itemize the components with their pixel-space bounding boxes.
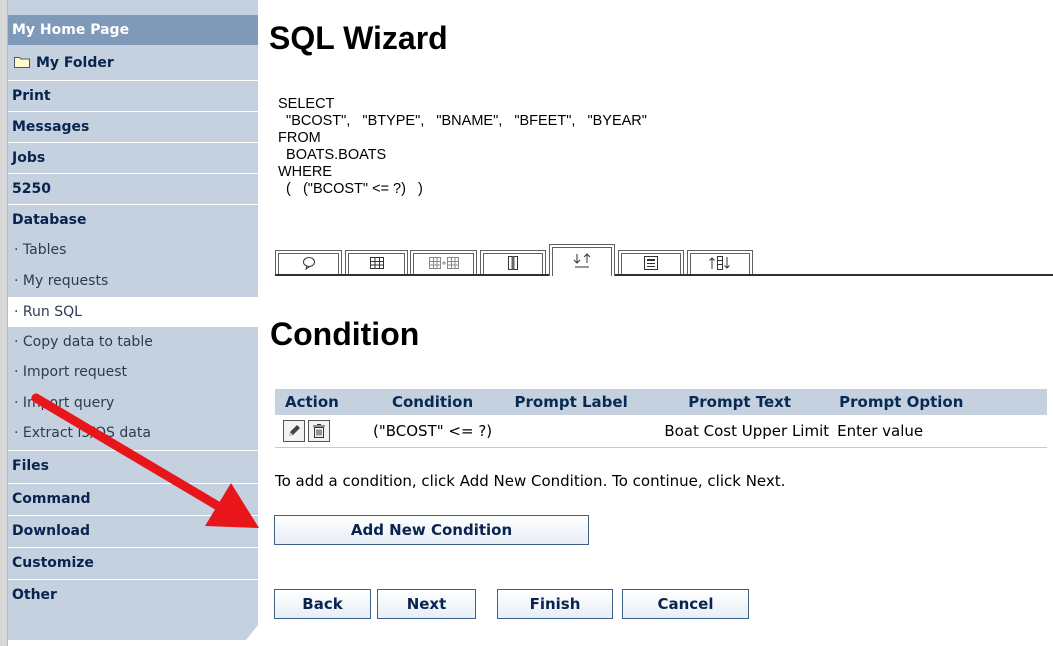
page-title: SQL Wizard	[269, 20, 448, 56]
sidebar-item-home-label: My Home Page	[12, 22, 130, 38]
column-header-prompt-label: Prompt Label	[496, 389, 647, 415]
sql-line: ( ("BCOST" <= ?) )	[278, 181, 423, 197]
section-title: Condition	[270, 316, 420, 352]
tab-baseline	[275, 274, 1053, 276]
sidebar-item-other[interactable]: Other	[8, 580, 258, 610]
sidebar-item-download[interactable]: Download	[8, 516, 258, 546]
bullet: ·	[14, 395, 19, 411]
sidebar-item-import-request-label: Import request	[22, 364, 128, 380]
condition-table: Action Condition Prompt Label Prompt Tex…	[275, 389, 1047, 448]
tab-columns[interactable]	[480, 250, 546, 274]
sidebar-item-print[interactable]: Print	[8, 81, 258, 111]
bullet: ·	[14, 425, 19, 441]
summary-icon	[644, 255, 658, 270]
folder-icon	[14, 57, 30, 68]
bullet: ·	[14, 304, 19, 320]
add-new-condition-button[interactable]: Add New Condition	[274, 515, 589, 545]
join-tables-icon	[428, 256, 459, 269]
sql-line: BOATS.BOATS	[278, 147, 387, 163]
sidebar-item-files[interactable]: Files	[8, 451, 258, 481]
sidebar-item-tables-label: Tables	[22, 242, 67, 258]
sidebar-item-messages[interactable]: Messages	[8, 112, 258, 142]
sidebar-item-other-label: Other	[12, 587, 57, 603]
sidebar-item-database[interactable]: Database	[8, 205, 258, 235]
sidebar-item-folder-label: My Folder	[36, 55, 114, 71]
sidebar-item-copy-data[interactable]: · Copy data to table	[8, 327, 258, 357]
sidebar-item-copy-data-label: Copy data to table	[22, 334, 153, 350]
column-header-action: Action	[275, 389, 369, 415]
sql-line: SELECT	[278, 96, 335, 112]
bullet: ·	[14, 273, 19, 289]
sql-line: "BCOST", "BTYPE", "BNAME", "BFEET", "BYE…	[278, 113, 647, 129]
sidebar-item-database-label: Database	[12, 212, 87, 228]
table-row: ("BCOST" <= ?) Boat Cost Upper Limit Ent…	[275, 415, 1047, 448]
sidebar-item-jobs-label: Jobs	[12, 150, 46, 166]
sidebar-item-5250[interactable]: 5250	[8, 174, 258, 204]
sidebar-item-import-request[interactable]: · Import request	[8, 357, 258, 387]
sql-statement: SELECT "BCOST", "BTYPE", "BNAME", "BFEET…	[278, 96, 647, 198]
sidebar-item-home[interactable]: My Home Page	[8, 15, 258, 45]
sidebar-item-my-requests-label: My requests	[22, 273, 109, 289]
sort-icon	[573, 252, 591, 267]
sidebar-item-my-folder[interactable]: My Folder	[8, 48, 258, 78]
table-icon	[369, 256, 384, 269]
sidebar-item-jobs[interactable]: Jobs	[8, 143, 258, 173]
sidebar-item-messages-label: Messages	[12, 119, 90, 135]
bullet: ·	[14, 242, 19, 258]
back-button[interactable]: Back	[274, 589, 371, 619]
sidebar-item-extract-data-label: Extract i5/OS data	[22, 425, 151, 441]
sidebar-item-tables[interactable]: · Tables	[8, 235, 258, 265]
tab-join[interactable]	[410, 250, 477, 274]
column-icon	[508, 255, 518, 270]
next-button[interactable]: Next	[377, 589, 476, 619]
sidebar-item-extract-data[interactable]: · Extract i5/OS data	[8, 418, 258, 448]
tab-order[interactable]	[687, 250, 753, 274]
help-text: To add a condition, click Add New Condit…	[275, 472, 786, 490]
condition-cell: ("BCOST" <= ?)	[369, 415, 497, 448]
sidebar-item-my-requests[interactable]: · My requests	[8, 266, 258, 296]
prompt-text-cell: Boat Cost Upper Limit	[646, 415, 834, 448]
finish-button[interactable]: Finish	[497, 589, 613, 619]
cancel-button[interactable]: Cancel	[622, 589, 749, 619]
action-cell	[275, 415, 369, 448]
wizard-tabs	[275, 244, 1053, 276]
tab-condition[interactable]	[549, 244, 615, 276]
bullet: ·	[14, 334, 19, 350]
sidebar-item-run-sql-label: Run SQL	[22, 304, 82, 320]
prompt-option-cell: Enter value	[833, 415, 1047, 448]
sidebar-item-customize-label: Customize	[12, 555, 94, 571]
prompt-label-cell	[496, 415, 647, 448]
sidebar-item-customize[interactable]: Customize	[8, 548, 258, 578]
sidebar-item-command-label: Command	[12, 491, 91, 507]
speech-bubble-icon	[302, 256, 315, 270]
trash-icon[interactable]	[308, 420, 330, 442]
sql-line: FROM	[278, 130, 321, 146]
sidebar-item-download-label: Download	[12, 523, 91, 539]
sidebar-item-import-query[interactable]: · Import query	[8, 388, 258, 418]
column-header-condition: Condition	[369, 389, 497, 415]
order-icon	[709, 255, 730, 270]
sidebar-item-import-query-label: Import query	[22, 395, 115, 411]
sidebar-item-command[interactable]: Command	[8, 484, 258, 514]
edit-icon[interactable]	[283, 420, 305, 442]
tab-tables[interactable]	[345, 250, 408, 274]
table-header-row: Action Condition Prompt Label Prompt Tex…	[275, 389, 1047, 415]
left-border	[0, 0, 8, 646]
sidebar-item-print-label: Print	[12, 88, 51, 104]
bullet: ·	[14, 364, 19, 380]
sidebar: My Home Page My Folder Print Messages Jo…	[0, 0, 258, 646]
column-header-prompt-option: Prompt Option	[833, 389, 1047, 415]
sidebar-item-5250-label: 5250	[12, 181, 51, 197]
sidebar-item-files-label: Files	[12, 458, 49, 474]
sidebar-item-run-sql[interactable]: · Run SQL	[8, 297, 258, 327]
tab-summary[interactable]	[618, 250, 684, 274]
tab-comment[interactable]	[275, 250, 342, 274]
sql-line: WHERE	[278, 164, 332, 180]
column-header-prompt-text: Prompt Text	[646, 389, 834, 415]
